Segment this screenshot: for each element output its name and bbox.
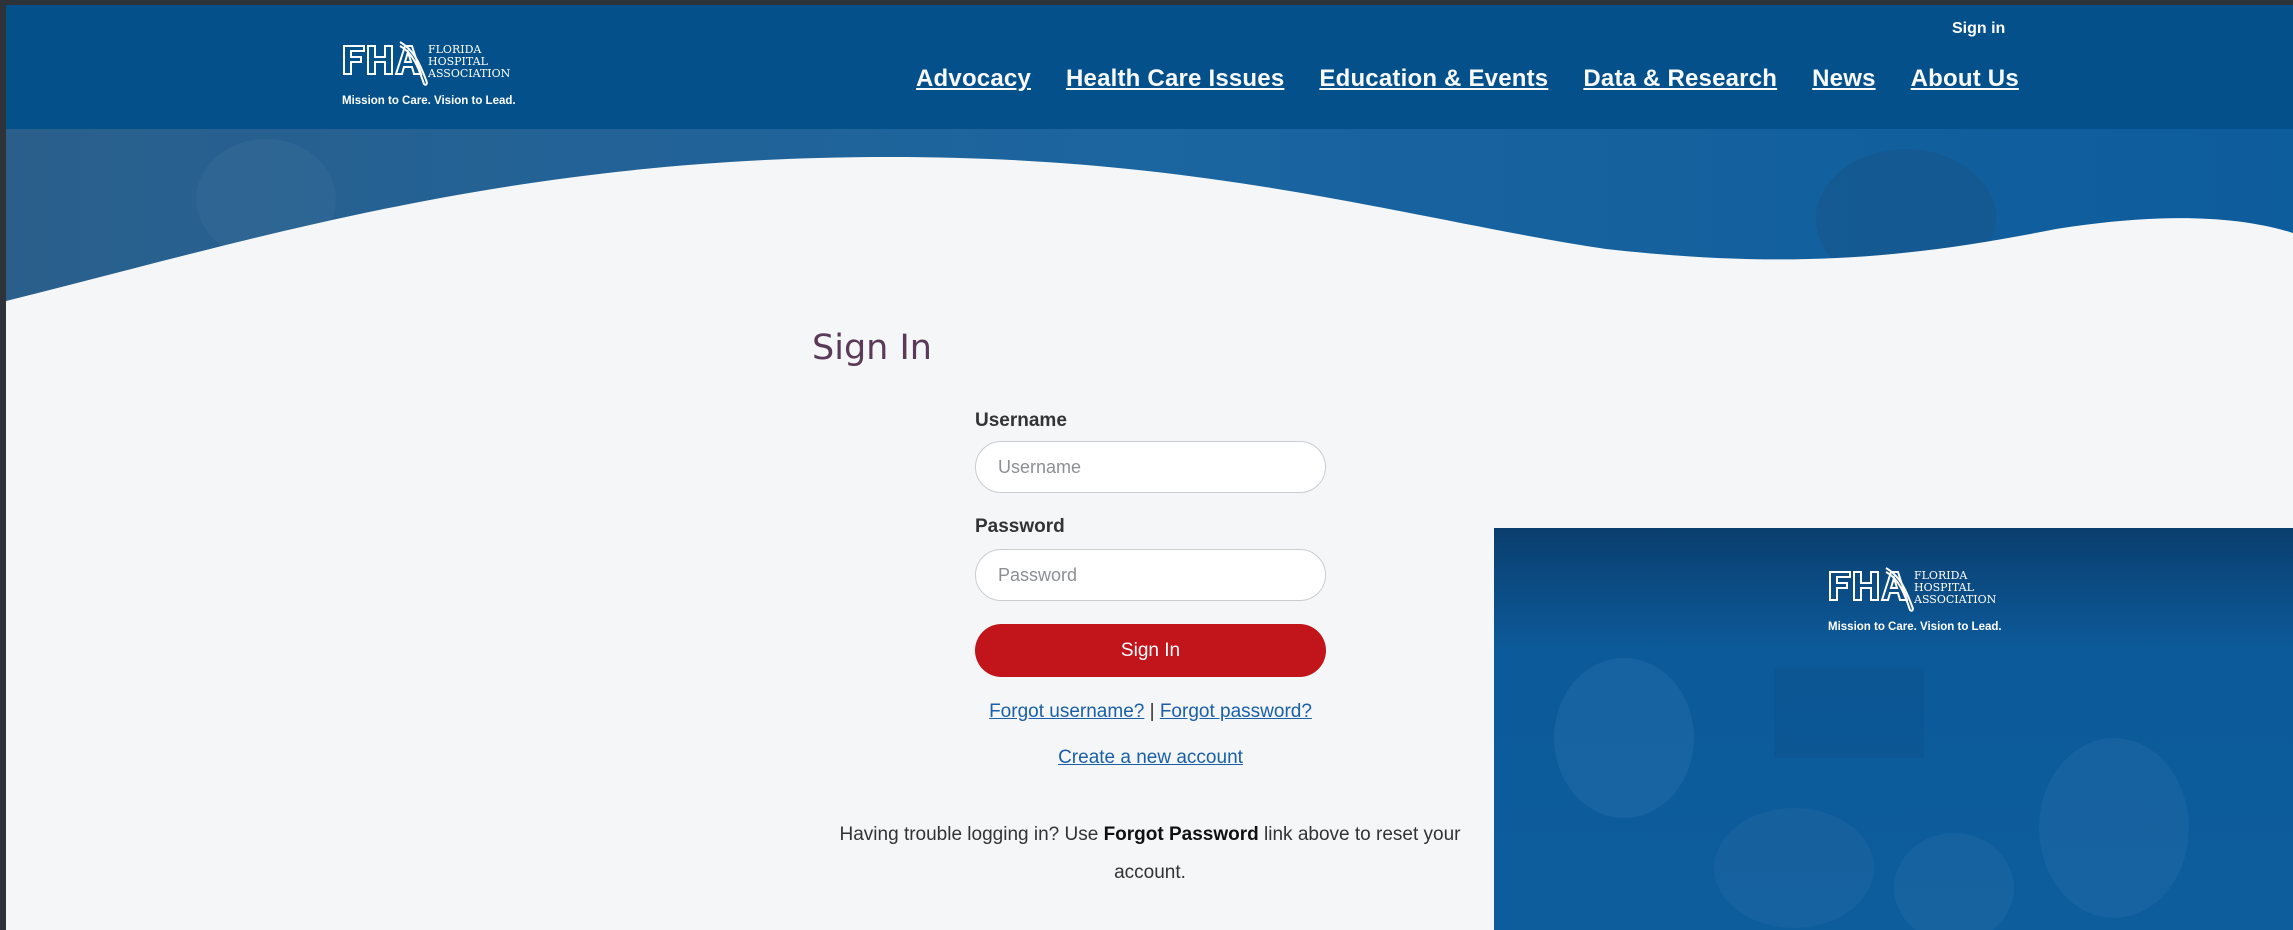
nav-item-health-care-issues[interactable]: Health Care Issues	[1066, 65, 1284, 93]
signin-button[interactable]: Sign In	[975, 624, 1326, 677]
username-label: Username	[975, 410, 1067, 431]
login-help-text: Having trouble logging in? Use Forgot Pa…	[820, 816, 1480, 892]
main-nav: Advocacy Health Care Issues Education & …	[916, 65, 2019, 93]
site-header: FLORIDA HOSPITAL ASSOCIATION Mission to …	[6, 5, 2293, 129]
hero-wave-banner	[6, 129, 2293, 304]
forgot-username-link[interactable]: Forgot username?	[989, 701, 1144, 722]
panel-logo-mark-icon	[1829, 567, 1914, 612]
links-separator: |	[1149, 701, 1155, 722]
panel-fha-logo: FLORIDA HOSPITAL ASSOCIATION Mission to …	[1828, 566, 2008, 636]
username-input[interactable]	[975, 441, 1326, 493]
forgot-password-link[interactable]: Forgot password?	[1160, 701, 1312, 722]
forgot-links: Forgot username? | Forgot password?	[975, 701, 1326, 723]
password-input[interactable]	[975, 549, 1326, 601]
logo-line-association: ASSOCIATION	[428, 67, 511, 80]
password-label: Password	[975, 516, 1065, 537]
help-forgot-password-bold: Forgot Password	[1103, 824, 1259, 845]
nav-item-education-events[interactable]: Education & Events	[1319, 65, 1548, 93]
nav-item-data-research[interactable]: Data & Research	[1583, 65, 1777, 93]
panel-logo-line-association: ASSOCIATION	[1914, 593, 1997, 606]
page-title: Sign In	[812, 328, 932, 368]
header-signin-link[interactable]: Sign in	[1952, 20, 2005, 38]
nav-item-news[interactable]: News	[1812, 65, 1876, 93]
logo-tagline: Mission to Care. Vision to Lead.	[342, 95, 516, 107]
nav-item-about-us[interactable]: About Us	[1911, 65, 2019, 93]
panel-logo-wordmark: FLORIDA HOSPITAL ASSOCIATION	[1914, 570, 1996, 606]
fha-logo-wordmark: FLORIDA HOSPITAL ASSOCIATION	[428, 44, 510, 80]
fha-logo-mark-icon	[343, 41, 428, 86]
promo-image-panel: FLORIDA HOSPITAL ASSOCIATION Mission to …	[1494, 528, 2293, 930]
nav-item-advocacy[interactable]: Advocacy	[916, 65, 1031, 93]
panel-logo-tagline: Mission to Care. Vision to Lead.	[1828, 621, 2002, 633]
help-prefix: Having trouble logging in? Use	[839, 824, 1104, 845]
fha-logo[interactable]: FLORIDA HOSPITAL ASSOCIATION Mission to …	[342, 40, 522, 110]
create-account-link[interactable]: Create a new account	[975, 747, 1326, 769]
